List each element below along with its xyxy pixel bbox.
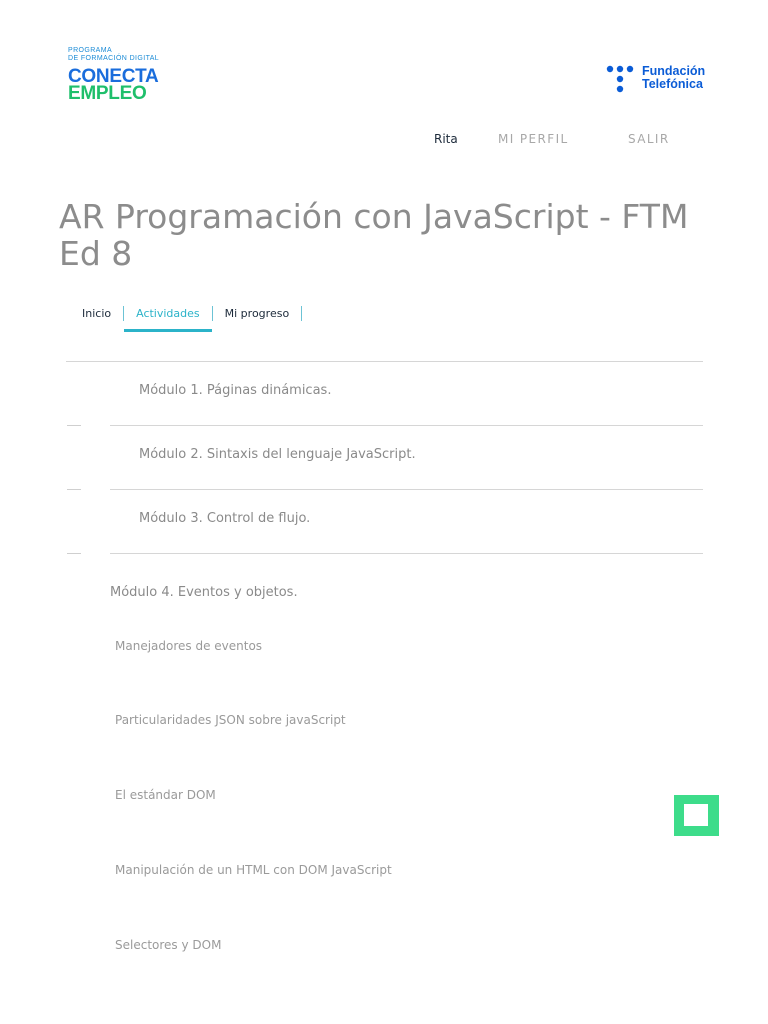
divider bbox=[66, 361, 703, 362]
logout-link[interactable]: SALIR bbox=[628, 132, 670, 146]
course-tabs: Inicio Actividades Mi progreso bbox=[70, 303, 303, 332]
user-name[interactable]: Rita bbox=[434, 132, 458, 146]
activity-link[interactable]: Selectores y DOM bbox=[115, 938, 221, 952]
divider bbox=[110, 553, 703, 554]
module-3-title[interactable]: Módulo 3. Control de flujo. bbox=[139, 511, 310, 526]
page: PROGRAMA DE FORMACIÓN DIGITAL CONECTA EM… bbox=[0, 0, 768, 1024]
logo-program-line2: DE FORMACIÓN DIGITAL bbox=[68, 55, 160, 62]
activity-link[interactable]: El estándar DOM bbox=[115, 788, 216, 802]
module-4-title[interactable]: Módulo 4. Eventos y objetos. bbox=[110, 585, 298, 600]
activity-link[interactable]: Particularidades JSON sobre javaScript bbox=[115, 713, 346, 727]
module-1-title[interactable]: Módulo 1. Páginas dinámicas. bbox=[139, 383, 331, 398]
logo-name-line2: EMPLEO bbox=[68, 83, 147, 104]
tab-mi-progreso[interactable]: Mi progreso bbox=[213, 307, 302, 320]
divider bbox=[67, 425, 81, 426]
fundacion-telefonica-logo[interactable]: Fundación Telefónica bbox=[606, 65, 705, 93]
course-title: AR Programación con JavaScript - FTM Ed … bbox=[59, 197, 689, 273]
tab-actividades[interactable]: Actividades bbox=[124, 307, 212, 332]
profile-link[interactable]: MI PERFIL bbox=[498, 132, 569, 146]
divider bbox=[110, 489, 703, 490]
conecta-empleo-logo[interactable]: PROGRAMA DE FORMACIÓN DIGITAL CONECTA EM… bbox=[68, 47, 160, 104]
activity-link[interactable]: Manejadores de eventos bbox=[115, 639, 262, 653]
tab-inicio[interactable]: Inicio bbox=[70, 307, 123, 320]
divider bbox=[67, 489, 81, 490]
floating-square-button[interactable] bbox=[674, 795, 719, 836]
divider bbox=[67, 553, 81, 554]
logo-program-line1: PROGRAMA bbox=[68, 47, 113, 54]
telefonica-dots-icon bbox=[606, 65, 634, 93]
activity-link[interactable]: Manipulación de un HTML con DOM JavaScri… bbox=[115, 863, 392, 877]
partner-name-line2: Telefónica bbox=[642, 77, 703, 91]
divider bbox=[110, 425, 703, 426]
module-2-title[interactable]: Módulo 2. Sintaxis del lenguaje JavaScri… bbox=[139, 447, 416, 462]
top-navigation: Rita MI PERFIL SALIR bbox=[0, 132, 768, 148]
tab-divider bbox=[301, 305, 303, 321]
